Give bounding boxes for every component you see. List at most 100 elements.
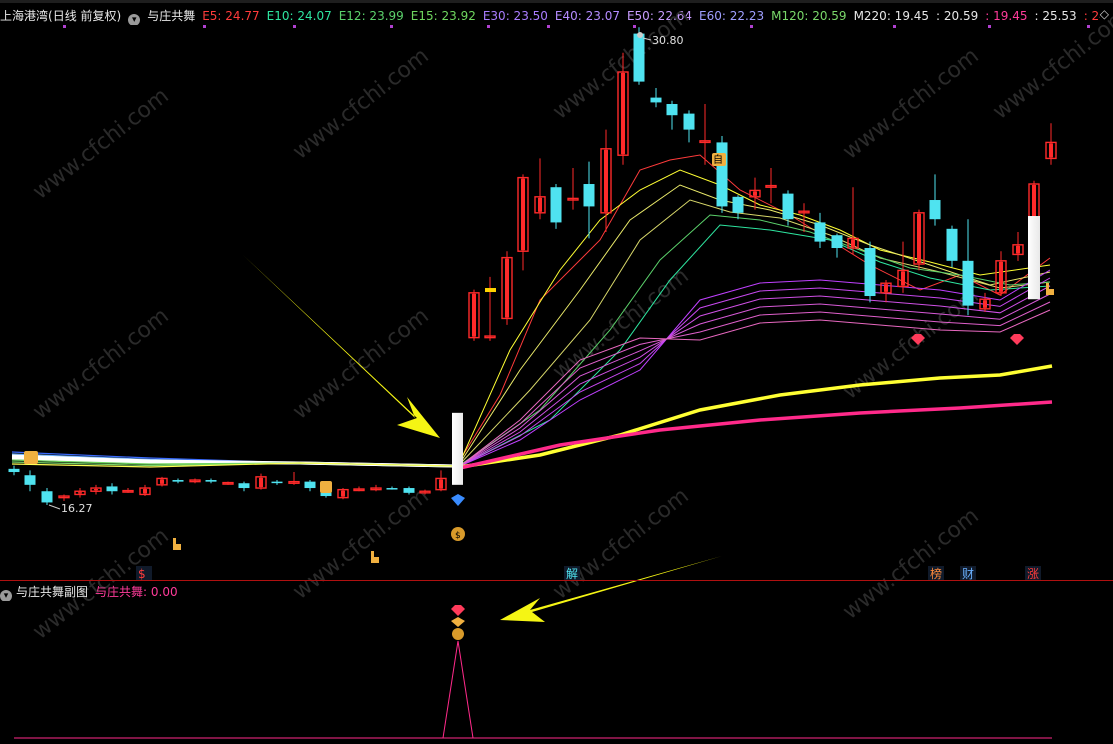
subchart-money-icon <box>452 628 464 640</box>
bottom-marker-3: 财 <box>962 567 974 581</box>
header-dot-0 <box>63 25 66 28</box>
candle-fill-59 <box>999 261 1003 292</box>
watermark-3: www.cfchi.com <box>838 43 983 164</box>
bottom-marker-0: $ <box>138 567 146 581</box>
high-price-label: 30.80 <box>652 34 684 47</box>
rally-candle <box>1028 216 1040 300</box>
candle-body-18 <box>304 481 316 489</box>
candle-body-57 <box>962 260 974 306</box>
subchart-caret-icon[interactable]: ▾ <box>0 590 12 601</box>
ma-magenta-4 <box>459 301 1051 467</box>
candle-body-37 <box>633 33 645 82</box>
candle-fill-27 <box>472 293 476 337</box>
candle-fill-53 <box>901 271 905 286</box>
watermark-4: www.cfchi.com <box>988 3 1113 124</box>
subchart-header: ▾ 与庄共舞副图 与庄共舞: 0.00 <box>0 583 600 601</box>
candle-fill-35 <box>604 149 608 212</box>
high-marker-dot <box>637 32 643 38</box>
candle-body-40 <box>683 113 695 130</box>
subchart-diamond-icon <box>451 617 465 627</box>
breakout-candle <box>452 412 463 485</box>
candle-fill-54 <box>917 213 921 264</box>
candle-fill-62 <box>1049 143 1053 158</box>
header-dot-6 <box>633 25 636 28</box>
candle-fill-15 <box>259 477 263 488</box>
chart-canvas: www.cfchi.com www.cfchi.com www.cfchi.com w… <box>8 3 1113 739</box>
ma-fan-5 <box>459 224 1051 467</box>
low-marker-line <box>48 504 61 510</box>
candle-fill-58 <box>983 300 987 308</box>
candle-body-2 <box>41 491 53 503</box>
candle-fill-20 <box>341 490 345 497</box>
main-chart-arrow <box>243 255 440 438</box>
candle-body-32 <box>550 187 562 223</box>
header-dot-9 <box>988 25 991 28</box>
header-dot-4 <box>487 25 490 28</box>
self-badge-glyph: 自 <box>713 153 723 166</box>
ma-long-pink <box>459 400 1053 470</box>
low-price-label: 16.27 <box>61 502 93 515</box>
watermark-1: www.cfchi.com <box>288 43 433 164</box>
candle-fill-50 <box>851 239 855 248</box>
watermark-12: www.cfchi.com <box>838 503 983 624</box>
candle-body-56 <box>946 228 958 261</box>
candle-fill-8 <box>143 489 147 494</box>
candle-body-23 <box>386 488 398 490</box>
bottom-marker-1: 解 <box>566 567 578 581</box>
candle-fill-31 <box>538 197 542 212</box>
watermark-0: www.cfchi.com <box>28 83 173 204</box>
subchart-title[interactable]: 与庄共舞副图 <box>16 585 88 599</box>
bottom-marker-4: 涨 <box>1027 566 1039 581</box>
header-dot-7 <box>750 25 753 28</box>
money-bag-glyph: $ <box>455 531 461 541</box>
candle-body-55 <box>929 200 941 220</box>
ma-fan-4 <box>459 214 1051 466</box>
candle-body-0 <box>8 468 20 473</box>
header-dot-markers <box>63 25 1090 28</box>
diamond-signal-icon <box>451 494 465 506</box>
candle-body-38 <box>650 97 662 103</box>
header-dot-1 <box>203 25 206 28</box>
panel-divider <box>0 580 1113 581</box>
self-badge-icon-mid <box>320 481 332 493</box>
subchart-spike <box>442 640 474 739</box>
watermark-5: www.cfchi.com <box>28 303 173 424</box>
candle-body-34 <box>583 184 595 207</box>
candle-body-48 <box>814 222 826 242</box>
red-gem-icon-1 <box>1010 334 1024 345</box>
doji-yellow <box>485 288 496 293</box>
candle-body-24 <box>403 488 415 493</box>
hand-pointer-icon-2 <box>1046 283 1054 295</box>
ma-long-yellow <box>459 364 1053 469</box>
self-badge-icon-left <box>24 451 38 464</box>
candle-body-46 <box>782 193 794 220</box>
subchart-value: 与庄共舞: 0.00 <box>95 585 178 599</box>
candle-fill-5 <box>94 489 98 491</box>
candle-fill-52 <box>884 284 888 292</box>
header-dot-5 <box>547 25 550 28</box>
candle-fill-44 <box>753 191 757 196</box>
candle-fill-4 <box>78 492 82 494</box>
candle-body-16 <box>271 481 283 484</box>
candle-fill-29 <box>505 258 509 318</box>
hand-pointer-icon-0 <box>173 538 181 550</box>
candle-body-51 <box>864 248 876 297</box>
candle-body-39 <box>666 104 678 116</box>
candle-body-49 <box>831 235 843 249</box>
header-dot-10 <box>1087 25 1090 28</box>
candle-fill-26 <box>439 479 443 489</box>
candle-fill-36 <box>621 73 625 155</box>
ma-magenta-5 <box>459 309 1051 467</box>
header-dot-8 <box>893 25 896 28</box>
subchart-gem-icon <box>451 605 465 616</box>
candle-fill-9 <box>160 479 164 484</box>
watermark-layer: www.cfchi.com www.cfchi.com www.cfchi.com w… <box>28 3 1113 644</box>
candle-body-6 <box>106 486 118 492</box>
candle-body-1 <box>24 475 36 485</box>
bottom-marker-2: 榜 <box>930 566 942 581</box>
candle-body-14 <box>238 483 250 489</box>
candle-fill-60 <box>1016 245 1020 254</box>
candle-body-12 <box>205 480 217 482</box>
candle-body-10 <box>172 480 184 482</box>
header-dot-2 <box>293 25 296 28</box>
